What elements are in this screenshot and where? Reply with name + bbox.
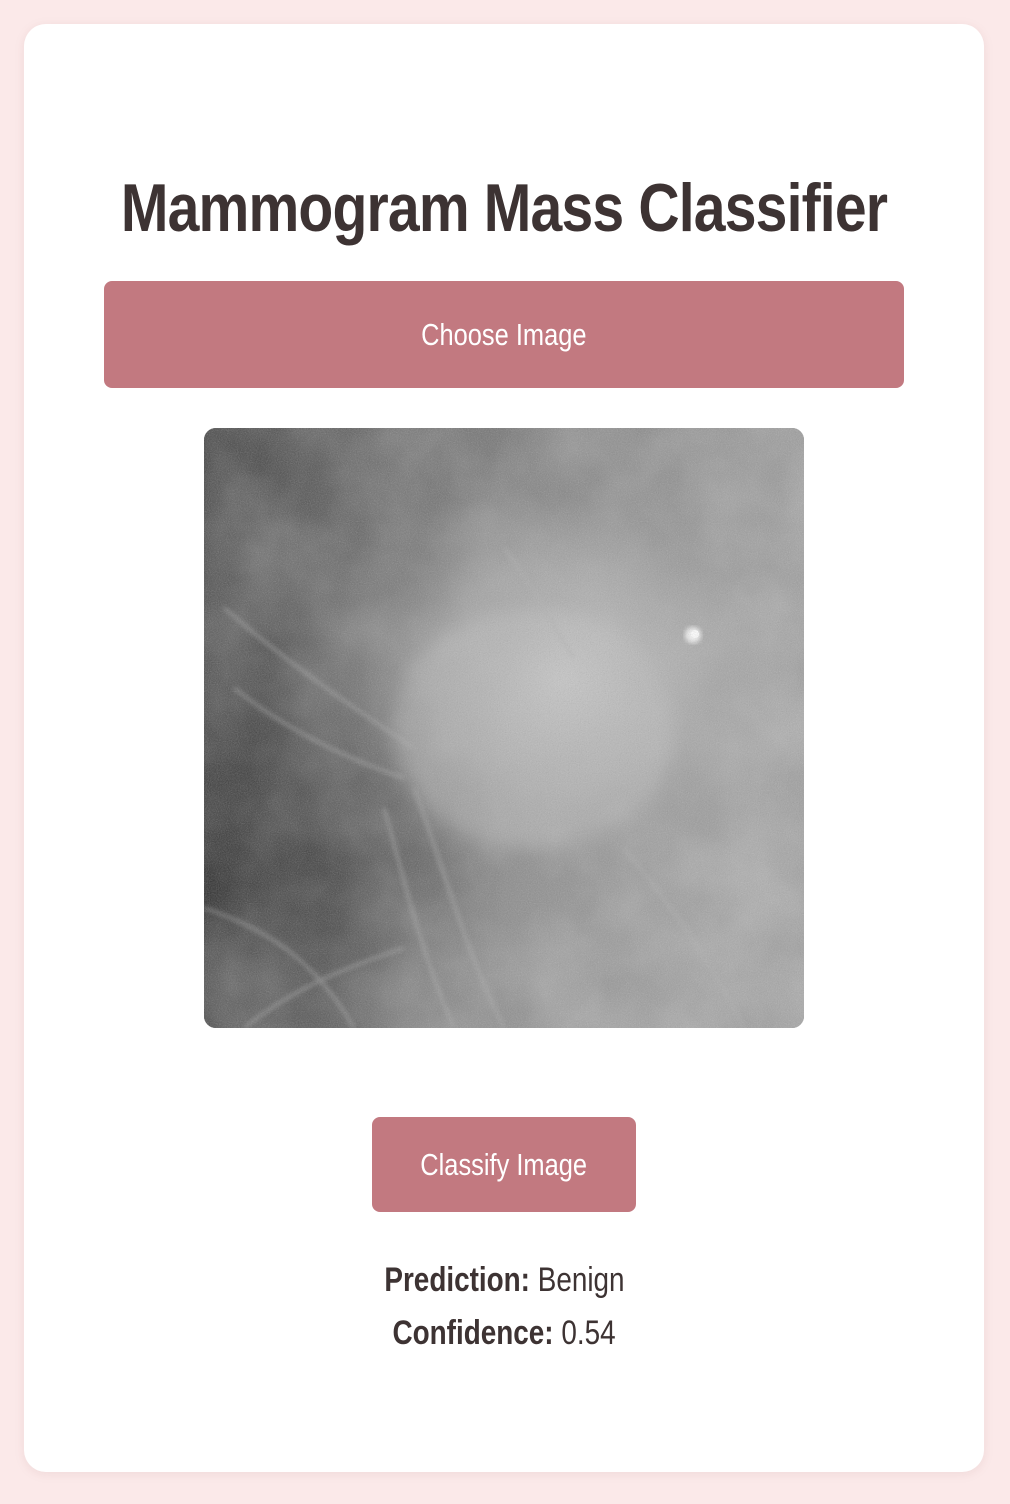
confidence-result: Confidence: 0.54 xyxy=(24,1307,984,1359)
mammogram-preview-image xyxy=(204,428,804,1028)
confidence-label: Confidence: xyxy=(392,1314,554,1352)
classifier-card: Mammogram Mass Classifier Choose Image C… xyxy=(24,24,984,1472)
choose-image-label: Choose Image xyxy=(421,316,587,352)
page-title: Mammogram Mass Classifier xyxy=(120,170,888,246)
prediction-value: Benign xyxy=(537,1261,625,1299)
prediction-result: Prediction: Benign xyxy=(24,1254,984,1306)
classify-image-button[interactable]: Classify Image xyxy=(372,1117,636,1212)
classify-image-label: Classify Image xyxy=(420,1146,588,1182)
prediction-label: Prediction: xyxy=(383,1261,530,1299)
choose-image-button[interactable]: Choose Image xyxy=(104,281,904,388)
confidence-value: 0.54 xyxy=(561,1314,616,1352)
